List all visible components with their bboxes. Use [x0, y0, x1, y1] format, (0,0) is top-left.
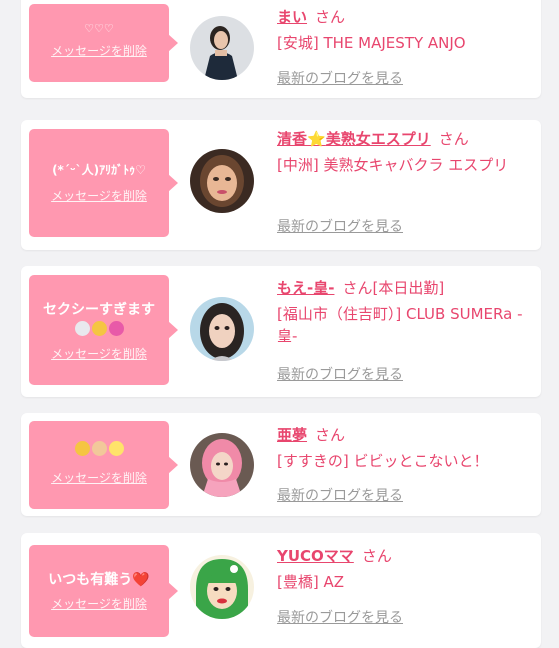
honorific: さん — [438, 130, 469, 148]
message-emoji — [29, 439, 169, 461]
message-text: (*ˊᵕˋ人)ｱﾘｶﾞﾄｩ♡ — [52, 163, 146, 177]
message-text: いつも有難う❤️ — [48, 572, 150, 588]
latest-blog-link[interactable]: 最新のブログを見る — [277, 68, 403, 88]
cast-name-suffix: 美熟女エスプリ — [325, 130, 431, 148]
avatar[interactable] — [190, 149, 254, 213]
revolving-hearts-icon — [108, 321, 124, 336]
cast-name-link[interactable]: YUCOママ — [277, 547, 354, 565]
shop-info: [福山市（住吉町）] CLUB SUMERa -皇- — [277, 305, 523, 345]
attendance-status: [本日出勤] — [372, 279, 445, 297]
delete-message-link[interactable]: メッセージを削除 — [51, 187, 147, 204]
shop-info: [中洲] 美熟女キャバクラ エスプリ — [277, 156, 509, 174]
message-emoji — [29, 321, 169, 341]
delete-message-link[interactable]: メッセージを削除 — [51, 595, 147, 612]
latest-blog-link[interactable]: 最新のブログを見る — [277, 216, 403, 236]
latest-blog-link[interactable]: 最新のブログを見る — [277, 607, 403, 627]
cast-name-link[interactable]: 清香⭐美熟女エスプリ — [277, 130, 431, 148]
list-item: メッセージを削除 亜夢 さん [すすきの] ビビッとこないと！ 最新のブログを見る — [21, 413, 541, 516]
cast-info: 亜夢 さん [すすきの] ビビッとこないと！ 最新のブログを見る — [277, 424, 533, 504]
honorific: さん — [315, 8, 346, 26]
message-bubble: ♡♡♡ メッセージを削除 — [29, 4, 178, 82]
sparkles-icon — [108, 441, 124, 456]
shop-info: [安城] THE MAJESTY ANJO — [277, 34, 466, 52]
latest-blog-link[interactable]: 最新のブログを見る — [277, 364, 403, 384]
cast-name-link[interactable]: まい — [277, 8, 307, 26]
favorite-list: ♡♡♡ メッセージを削除 まい さん [安城] THE MAJESTY ANJO … — [0, 0, 559, 648]
cast-name-link[interactable]: もえ-皇- — [277, 279, 334, 297]
delete-message-link[interactable]: メッセージを削除 — [51, 345, 147, 362]
cast-name-link[interactable]: 亜夢 — [277, 426, 307, 444]
list-item: セクシーすぎます メッセージを削除 もえ-皇- さん[本日出勤] [福山市（住吉町… — [21, 266, 541, 397]
cast-info: 清香⭐美熟女エスプリ さん [中洲] 美熟女キャバクラ エスプリ 最新のブログを見… — [277, 128, 533, 235]
screaming-face-icon — [91, 321, 107, 336]
avatar[interactable] — [190, 433, 254, 497]
shop-info: [豊橋] AZ — [277, 573, 345, 591]
avatar[interactable] — [190, 555, 254, 619]
message-bubble: メッセージを削除 — [29, 421, 178, 509]
cast-info: もえ-皇- さん[本日出勤] [福山市（住吉町）] CLUB SUMERa -皇-… — [277, 277, 533, 383]
thought-bubble-icon — [74, 321, 90, 336]
message-bubble: セクシーすぎます メッセージを削除 — [29, 275, 178, 385]
message-text: ♡♡♡ — [84, 22, 114, 35]
avatar[interactable] — [190, 16, 254, 80]
delete-message-link[interactable]: メッセージを削除 — [51, 42, 147, 59]
list-item: いつも有難う❤️ メッセージを削除 YUCOママ さん [豊橋] AZ 最新のブロ… — [21, 533, 541, 648]
delete-message-link[interactable]: メッセージを削除 — [51, 469, 147, 486]
cast-info: YUCOママ さん [豊橋] AZ 最新のブログを見る — [277, 545, 533, 626]
honorific: さん — [315, 426, 346, 444]
star-emoji-icon: ⭐ — [307, 130, 326, 148]
message-text: セクシーすぎます — [43, 302, 155, 318]
shop-info: [すすきの] ビビッとこないと！ — [277, 452, 489, 470]
relieved-face-icon — [74, 441, 90, 456]
list-item: (*ˊᵕˋ人)ｱﾘｶﾞﾄｩ♡ メッセージを削除 清香⭐美熟女エスプリ さん [中洲… — [21, 120, 541, 250]
message-bubble: (*ˊᵕˋ人)ｱﾘｶﾞﾄｩ♡ メッセージを削除 — [29, 129, 178, 237]
cast-name: 清香 — [277, 130, 308, 148]
cast-info: まい さん [安城] THE MAJESTY ANJO 最新のブログを見る — [277, 6, 533, 87]
latest-blog-link[interactable]: 最新のブログを見る — [277, 485, 403, 505]
avatar[interactable] — [190, 297, 254, 361]
list-item: ♡♡♡ メッセージを削除 まい さん [安城] THE MAJESTY ANJO … — [21, 0, 541, 98]
honorific: さん — [361, 547, 392, 565]
honorific: さん — [342, 279, 373, 297]
folded-hands-icon — [91, 441, 107, 456]
message-bubble: いつも有難う❤️ メッセージを削除 — [29, 545, 178, 637]
